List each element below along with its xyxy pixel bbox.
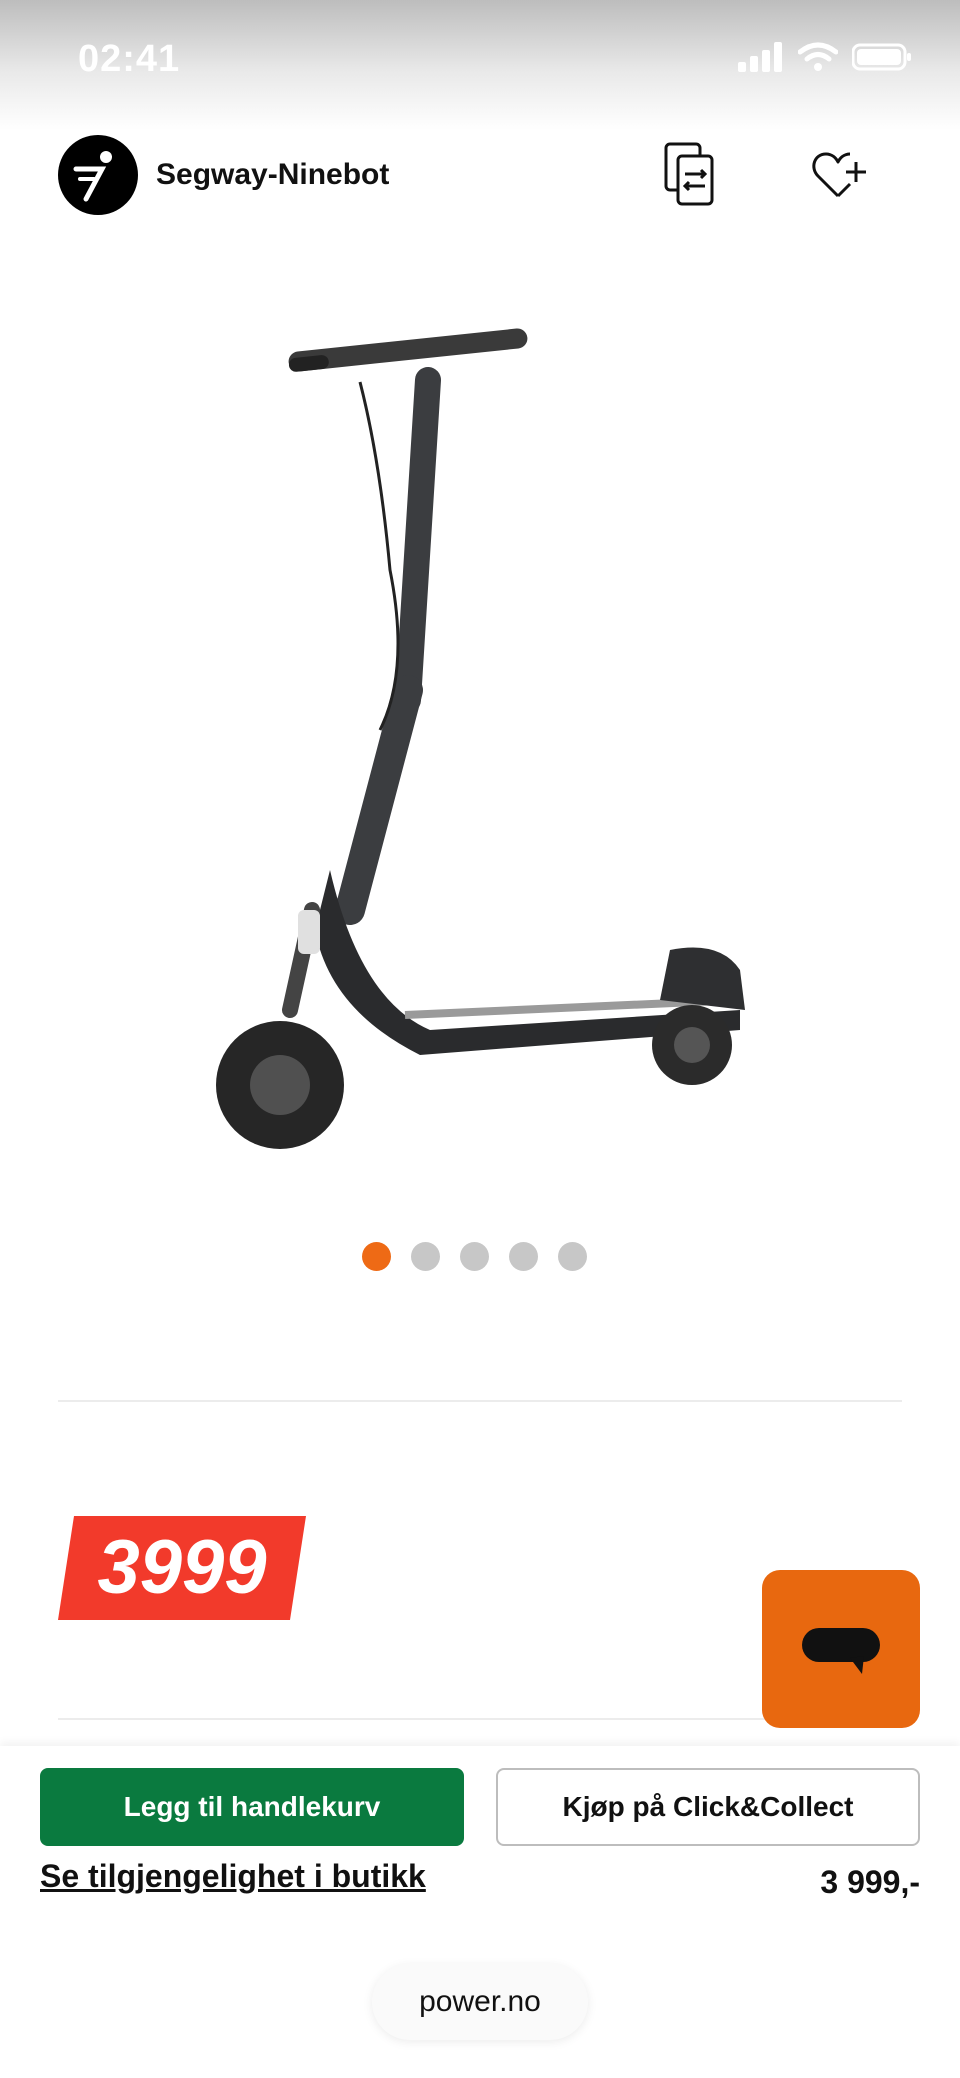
gallery-dot[interactable] — [411, 1242, 440, 1271]
status-time: 02:41 — [78, 38, 181, 80]
product-image[interactable] — [200, 310, 760, 1170]
browser-url-bar[interactable]: power.no — [372, 1964, 588, 2040]
product-header: Segway-Ninebot — [0, 130, 960, 230]
status-icons — [738, 42, 912, 72]
store-availability-link[interactable]: Se tilgjengelighet i butikk — [40, 1858, 426, 1895]
gallery-dot[interactable] — [558, 1242, 587, 1271]
gallery-dot[interactable] — [460, 1242, 489, 1271]
gallery-pagination — [362, 1242, 587, 1271]
brand-logo-icon[interactable] — [58, 135, 138, 215]
compare-icon[interactable] — [662, 140, 722, 210]
price-badge: 3999 — [58, 1516, 306, 1620]
signal-icon — [738, 42, 782, 72]
brand-name[interactable]: Segway-Ninebot — [156, 158, 389, 192]
gallery-dot-active[interactable] — [362, 1242, 391, 1271]
wifi-icon — [798, 42, 838, 71]
divider — [58, 1400, 902, 1402]
bottom-action-bar: Legg til handlekurv Kjøp på Click&Collec… — [0, 1746, 960, 2078]
battery-icon — [852, 43, 911, 71]
status-bar: 02:41 — [0, 0, 960, 130]
gallery-dot[interactable] — [509, 1242, 538, 1271]
click-collect-button[interactable]: Kjøp på Click&Collect — [496, 1768, 920, 1846]
chat-button[interactable] — [762, 1570, 920, 1728]
add-to-cart-button[interactable]: Legg til handlekurv — [40, 1768, 464, 1846]
wishlist-add-icon[interactable] — [810, 144, 870, 204]
chat-icon — [802, 1628, 880, 1674]
product-price: 3 999,- — [820, 1864, 920, 1900]
